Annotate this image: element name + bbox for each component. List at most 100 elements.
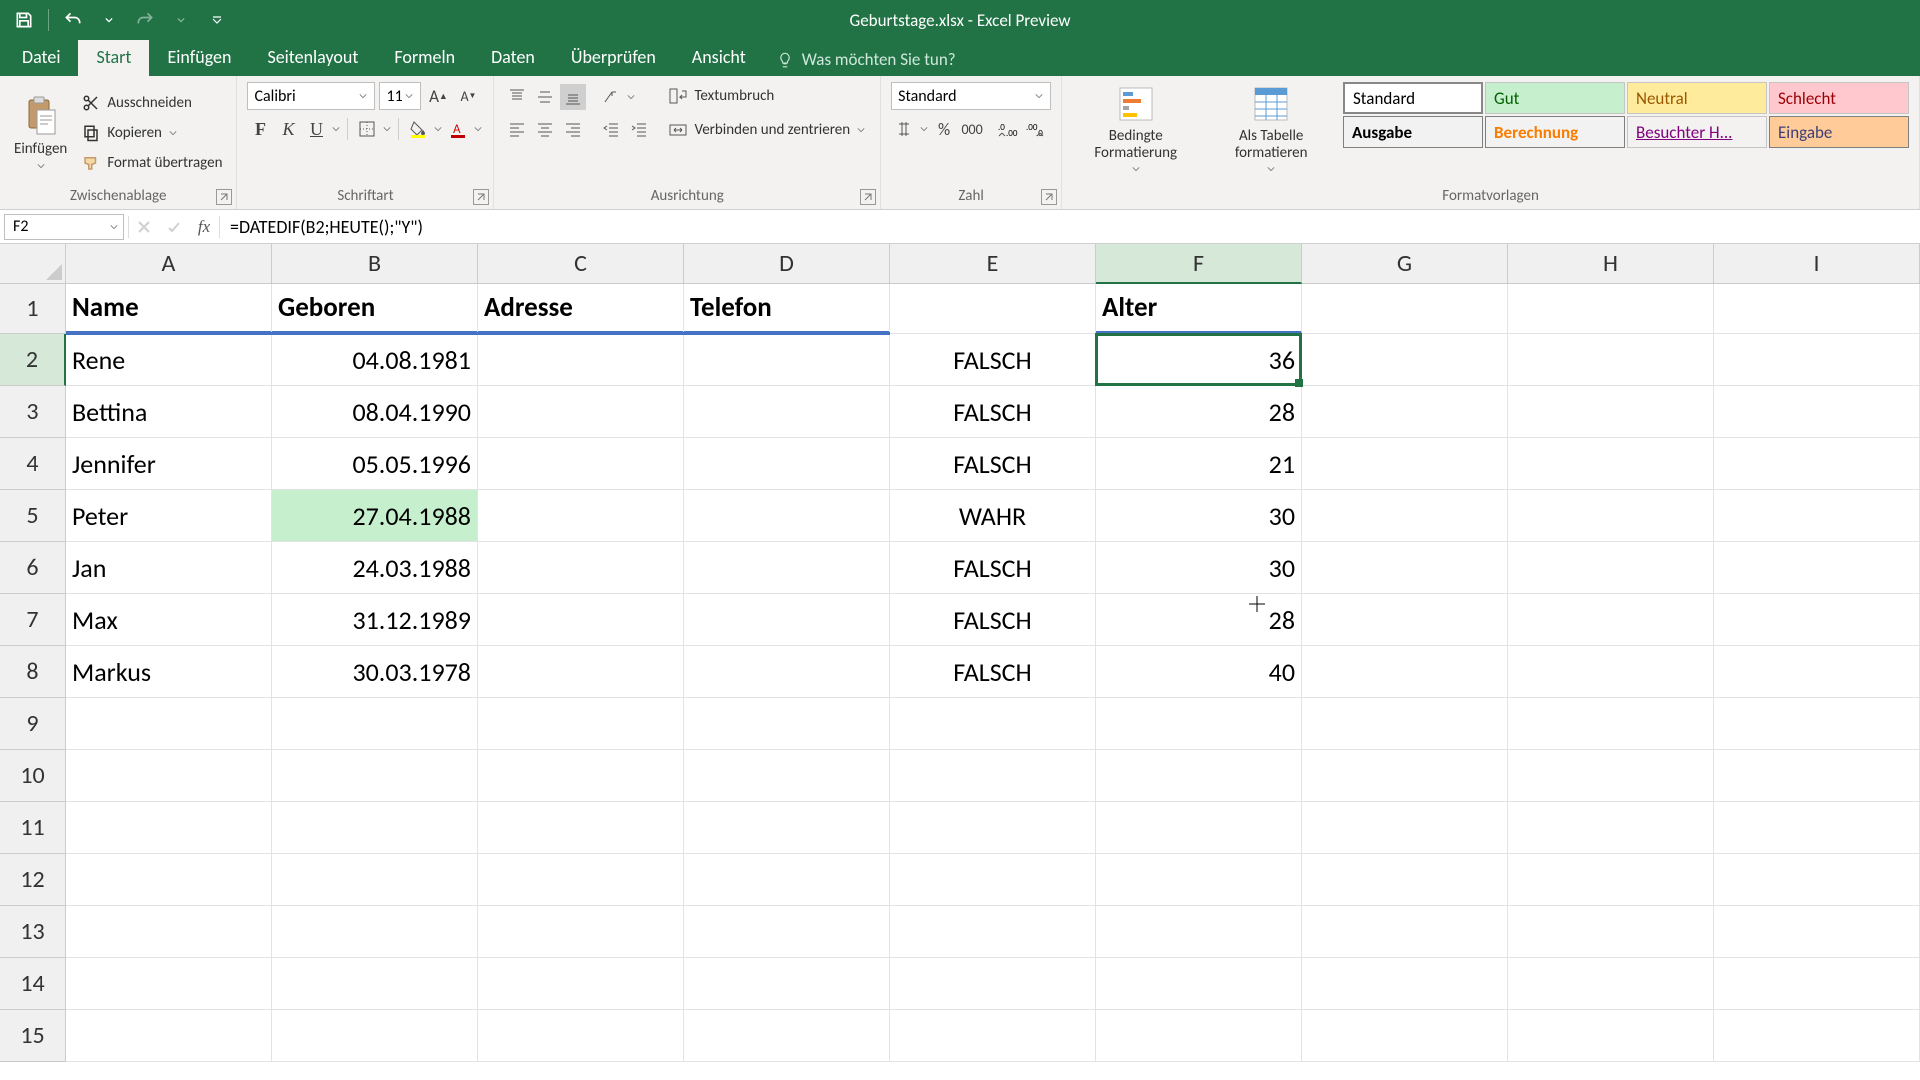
row-header-10[interactable]: 10 <box>0 750 66 802</box>
name-box[interactable]: F2 <box>4 214 124 240</box>
redo-button[interactable] <box>129 4 161 36</box>
cell-H11[interactable] <box>1508 802 1714 854</box>
cell-I11[interactable] <box>1714 802 1920 854</box>
cell-E7[interactable]: FALSCH <box>890 594 1096 646</box>
column-header-G[interactable]: G <box>1302 244 1508 284</box>
cell-B7[interactable]: 31.12.1989 <box>272 594 478 646</box>
cell-A13[interactable] <box>66 906 272 958</box>
enter-formula-button[interactable] <box>159 214 189 240</box>
column-header-H[interactable]: H <box>1508 244 1714 284</box>
cell-H7[interactable] <box>1508 594 1714 646</box>
cell-A11[interactable] <box>66 802 272 854</box>
cell-I5[interactable] <box>1714 490 1920 542</box>
save-button[interactable] <box>8 4 40 36</box>
cell-F9[interactable] <box>1096 698 1302 750</box>
cell-C4[interactable] <box>478 438 684 490</box>
spreadsheet-grid[interactable]: ABCDEFGHI 123456789101112131415 NameGebo… <box>0 244 1920 1080</box>
cell-B14[interactable] <box>272 958 478 1010</box>
cell-E15[interactable] <box>890 1010 1096 1062</box>
tab-file[interactable]: Datei <box>4 38 78 76</box>
cell-C5[interactable] <box>478 490 684 542</box>
cell-A6[interactable]: Jan <box>66 542 272 594</box>
cell-E12[interactable] <box>890 854 1096 906</box>
cell-I8[interactable] <box>1714 646 1920 698</box>
tell-me-search[interactable]: Was möchten Sie tun? <box>764 43 968 76</box>
cell-H6[interactable] <box>1508 542 1714 594</box>
cancel-formula-button[interactable] <box>129 214 159 240</box>
cell-C11[interactable] <box>478 802 684 854</box>
cell-B12[interactable] <box>272 854 478 906</box>
column-header-D[interactable]: D <box>684 244 890 284</box>
cell-E6[interactable]: FALSCH <box>890 542 1096 594</box>
fill-color-button[interactable] <box>405 116 431 142</box>
style-schlecht[interactable]: Schlecht <box>1769 82 1909 114</box>
undo-button[interactable] <box>57 4 89 36</box>
cell-F11[interactable] <box>1096 802 1302 854</box>
tab-formulas[interactable]: Formeln <box>376 38 473 76</box>
cell-D13[interactable] <box>684 906 890 958</box>
cell-G6[interactable] <box>1302 542 1508 594</box>
cell-E9[interactable] <box>890 698 1096 750</box>
align-bottom-button[interactable] <box>560 84 586 110</box>
percent-button[interactable]: % <box>931 116 957 142</box>
redo-dropdown[interactable] <box>165 4 197 36</box>
cell-D8[interactable] <box>684 646 890 698</box>
format-as-table-button[interactable]: Als Tabelle formatieren <box>1207 82 1335 175</box>
underline-dropdown[interactable] <box>331 125 341 133</box>
row-header-9[interactable]: 9 <box>0 698 66 750</box>
cell-B1[interactable]: Geboren <box>272 284 478 334</box>
cell-G14[interactable] <box>1302 958 1508 1010</box>
insert-function-button[interactable]: fx <box>189 214 219 240</box>
cell-D7[interactable] <box>684 594 890 646</box>
underline-button[interactable]: U <box>303 116 329 142</box>
cell-F14[interactable] <box>1096 958 1302 1010</box>
number-format-combo[interactable]: Standard <box>891 82 1051 110</box>
cell-G15[interactable] <box>1302 1010 1508 1062</box>
cell-A14[interactable] <box>66 958 272 1010</box>
cell-G2[interactable] <box>1302 334 1508 386</box>
merge-center-button[interactable]: Verbinden und zentrieren <box>664 116 870 144</box>
cell-D5[interactable] <box>684 490 890 542</box>
accounting-format-button[interactable] <box>891 116 917 142</box>
cell-C8[interactable] <box>478 646 684 698</box>
cell-D14[interactable] <box>684 958 890 1010</box>
cell-E14[interactable] <box>890 958 1096 1010</box>
cell-E4[interactable]: FALSCH <box>890 438 1096 490</box>
align-right-button[interactable] <box>560 116 586 142</box>
cell-G9[interactable] <box>1302 698 1508 750</box>
cell-E5[interactable]: WAHR <box>890 490 1096 542</box>
cell-I1[interactable] <box>1714 284 1920 334</box>
cell-I10[interactable] <box>1714 750 1920 802</box>
cell-D11[interactable] <box>684 802 890 854</box>
row-header-11[interactable]: 11 <box>0 802 66 854</box>
cell-B2[interactable]: 04.08.1981 <box>272 334 478 386</box>
cell-G1[interactable] <box>1302 284 1508 334</box>
cut-button[interactable]: Ausschneiden <box>77 89 226 117</box>
cell-C6[interactable] <box>478 542 684 594</box>
conditional-formatting-button[interactable]: Bedingte Formatierung <box>1072 82 1199 175</box>
cell-B11[interactable] <box>272 802 478 854</box>
cell-D2[interactable] <box>684 334 890 386</box>
increase-decimal-button[interactable]: .0.00 <box>995 116 1021 142</box>
column-header-I[interactable]: I <box>1714 244 1920 284</box>
cell-I7[interactable] <box>1714 594 1920 646</box>
cell-B3[interactable]: 08.04.1990 <box>272 386 478 438</box>
cell-A15[interactable] <box>66 1010 272 1062</box>
align-top-button[interactable] <box>504 84 530 110</box>
row-header-2[interactable]: 2 <box>0 334 66 386</box>
cell-I9[interactable] <box>1714 698 1920 750</box>
formula-input[interactable]: =DATEDIF(B2;HEUTE();"Y") <box>220 214 1920 240</box>
cell-H12[interactable] <box>1508 854 1714 906</box>
cell-G7[interactable] <box>1302 594 1508 646</box>
cell-C14[interactable] <box>478 958 684 1010</box>
tab-data[interactable]: Daten <box>473 38 553 76</box>
row-header-3[interactable]: 3 <box>0 386 66 438</box>
cell-E3[interactable]: FALSCH <box>890 386 1096 438</box>
cell-B4[interactable]: 05.05.1996 <box>272 438 478 490</box>
cell-F2[interactable]: 36 <box>1096 334 1302 386</box>
cell-F13[interactable] <box>1096 906 1302 958</box>
cell-E2[interactable]: FALSCH <box>890 334 1096 386</box>
cell-A9[interactable] <box>66 698 272 750</box>
row-header-1[interactable]: 1 <box>0 284 66 334</box>
cell-H14[interactable] <box>1508 958 1714 1010</box>
